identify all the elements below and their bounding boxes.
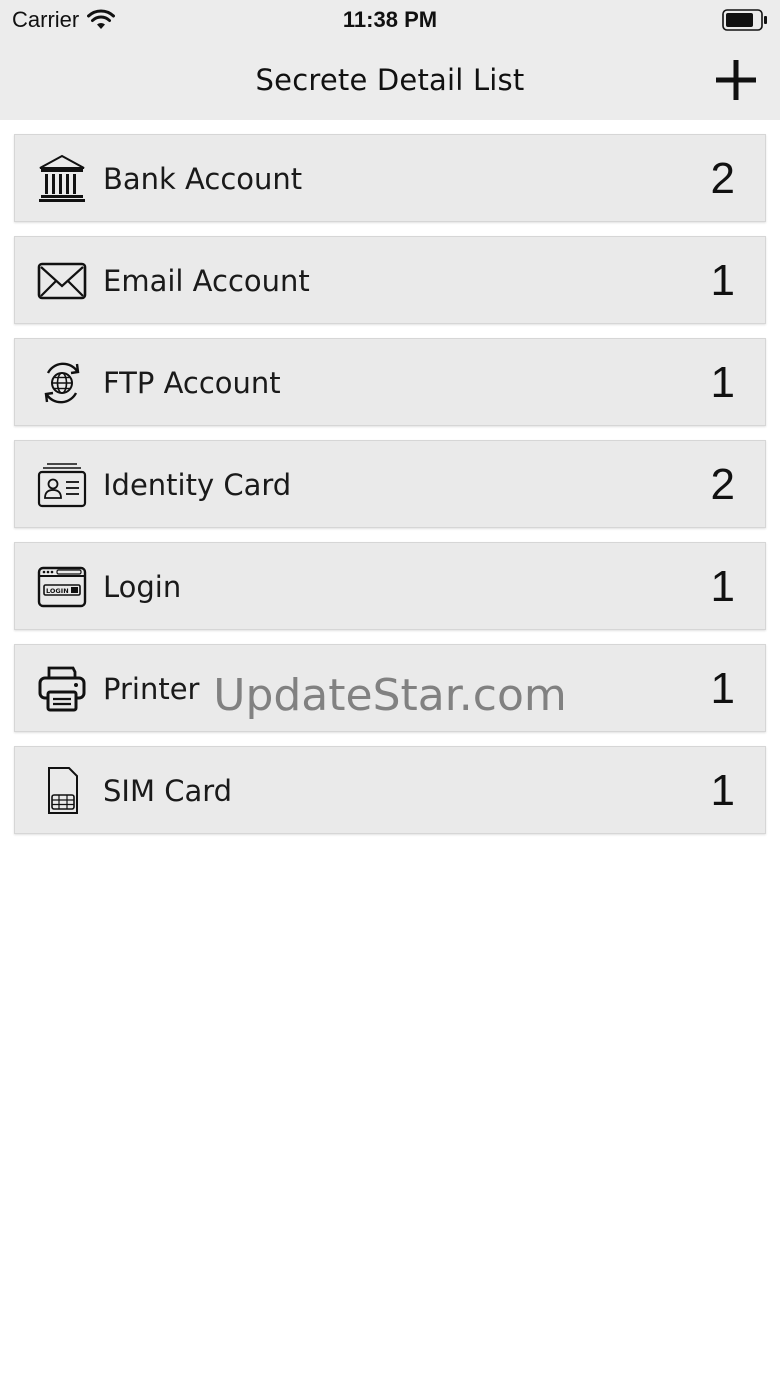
wifi-icon [87, 9, 116, 29]
battery-icon [722, 9, 767, 31]
list-item-count: 1 [710, 256, 735, 305]
list-item-label: Bank Account [103, 162, 303, 196]
id-card-icon [37, 463, 87, 508]
status-time: 11:38 PM [342, 7, 438, 32]
list-item-login[interactable]: LOGIN Login 1 [14, 542, 766, 630]
list-item-label: Printer [103, 672, 200, 706]
navigation-bar: Carrier 11:38 PM Secrete Detail List [0, 0, 780, 120]
page-title: Secrete Detail List [255, 63, 525, 97]
add-button[interactable] [714, 58, 758, 102]
svg-text:LOGIN: LOGIN [46, 587, 69, 595]
list-item-printer[interactable]: Printer 1 [14, 644, 766, 732]
list-item-label: Email Account [103, 264, 310, 298]
list-item-email-account[interactable]: Email Account 1 [14, 236, 766, 324]
list-item-label: Identity Card [103, 468, 292, 502]
status-carrier: Carrier [12, 6, 116, 34]
list-item-count: 1 [710, 766, 735, 815]
list-item-sim-card[interactable]: SIM Card 1 [14, 746, 766, 834]
bank-icon [39, 154, 85, 202]
list-item-count: 2 [710, 460, 735, 509]
list-item-label: SIM Card [103, 774, 233, 808]
list-item-label: FTP Account [103, 366, 281, 400]
carrier-label: Carrier [12, 7, 80, 32]
envelope-icon [37, 262, 87, 300]
login-window-icon: LOGIN [37, 566, 87, 608]
list-item-count: 1 [710, 562, 735, 611]
list-item-count: 1 [710, 664, 735, 713]
list-item-ftp-account[interactable]: FTP Account 1 [14, 338, 766, 426]
sim-card-icon [48, 767, 78, 814]
list-item-identity-card[interactable]: Identity Card 2 [14, 440, 766, 528]
printer-icon [38, 666, 86, 712]
list-item-bank-account[interactable]: Bank Account 2 [14, 134, 766, 222]
globe-sync-icon [44, 362, 80, 404]
list-item-count: 2 [710, 154, 735, 203]
list-item-label: Login [103, 570, 182, 604]
plus-icon [716, 60, 756, 100]
secret-category-list: Bank Account 2 Email Account 1 FTP Accou… [14, 134, 766, 848]
list-item-count: 1 [710, 358, 735, 407]
